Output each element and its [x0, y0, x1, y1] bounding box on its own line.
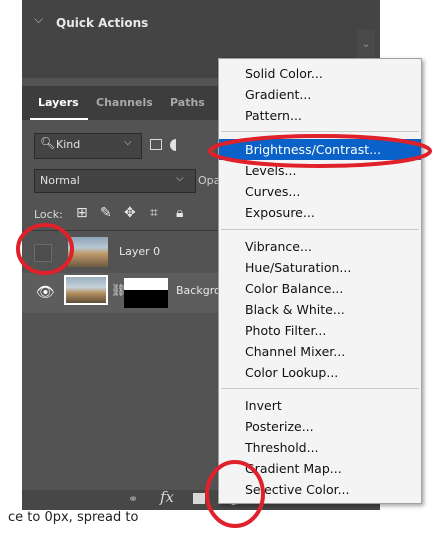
menu-item-gradient-map[interactable]: Gradient Map... — [245, 461, 342, 476]
menu-item-channel-mixer[interactable]: Channel Mixer... — [245, 344, 345, 359]
fx-icon[interactable]: fx — [160, 488, 174, 506]
lock-pixels-icon[interactable]: ⊞ — [76, 205, 88, 221]
menu-divider — [221, 131, 419, 132]
tab-layers[interactable]: Layers — [38, 96, 79, 109]
menu-item-selective-color[interactable]: Selective Color... — [245, 482, 350, 497]
active-tab-indicator — [30, 118, 88, 120]
quick-actions-title: Quick Actions — [56, 16, 149, 30]
eye-icon[interactable]: 👁︎ — [36, 283, 55, 301]
tab-channels[interactable]: Channels — [96, 96, 153, 109]
menu-divider — [221, 388, 419, 389]
menu-item-threshold[interactable]: Threshold... — [245, 440, 319, 455]
adjustment-filter-icon[interactable] — [170, 139, 182, 151]
menu-item-photo-filter[interactable]: Photo Filter... — [245, 323, 326, 338]
menu-item-levels[interactable]: Levels... — [245, 163, 296, 178]
chevron-down-icon: ⌵ — [176, 173, 184, 184]
menu-item-vibrance[interactable]: Vibrance... — [245, 239, 312, 254]
chevron-down-icon: ⌵ — [124, 137, 132, 148]
menu-divider — [221, 229, 419, 230]
caption-text: ce to 0px, spread to — [8, 510, 139, 525]
menu-item-color-lookup[interactable]: Color Lookup... — [245, 365, 338, 380]
layer-thumbnail — [68, 237, 108, 267]
artboard-icon[interactable]: ⌗ — [150, 205, 158, 221]
chevron-down-icon[interactable]: ⌵ — [34, 12, 43, 27]
menu-item-solid-color[interactable]: Solid Color... — [245, 66, 323, 81]
search-icon: 🔍︎ — [40, 136, 56, 150]
menu-item-color-balance[interactable]: Color Balance... — [245, 281, 343, 296]
menu-item-posterize[interactable]: Posterize... — [245, 419, 314, 434]
add-mask-icon[interactable] — [193, 493, 205, 504]
layer-thumbnail — [64, 275, 108, 305]
menu-item-exposure[interactable]: Exposure... — [245, 205, 315, 220]
lock-label: Lock: — [34, 208, 63, 221]
menu-item-brightness-contrast[interactable]: Brightness/Contrast... — [245, 142, 381, 157]
menu-item-pattern[interactable]: Pattern... — [245, 108, 302, 123]
tab-paths[interactable]: Paths — [170, 96, 205, 109]
menu-item-gradient[interactable]: Gradient... — [245, 87, 311, 102]
filter-kind-label: Kind — [56, 138, 81, 151]
blend-mode-value: Normal — [40, 174, 80, 187]
visibility-toggle[interactable] — [34, 244, 52, 262]
image-filter-icon[interactable] — [150, 139, 162, 150]
lock-icon[interactable]: 🔒︎ — [176, 205, 183, 221]
menu-item-black-white[interactable]: Black & White... — [245, 302, 345, 317]
layer-mask-thumbnail[interactable] — [124, 278, 168, 308]
scroll-down-icon[interactable]: ⌄ — [357, 30, 375, 60]
move-icon[interactable]: ✥ — [124, 205, 136, 221]
menu-item-curves[interactable]: Curves... — [245, 184, 300, 199]
link-icon[interactable]: ⚭ — [128, 492, 138, 506]
layer-name[interactable]: Layer 0 — [119, 245, 160, 258]
brush-icon[interactable]: ✎ — [100, 205, 112, 221]
mask-shape — [124, 290, 168, 308]
menu-item-hue-saturation[interactable]: Hue/Saturation... — [245, 260, 351, 275]
layer-name[interactable]: Backgro — [176, 284, 221, 297]
menu-item-invert[interactable]: Invert — [245, 398, 282, 413]
